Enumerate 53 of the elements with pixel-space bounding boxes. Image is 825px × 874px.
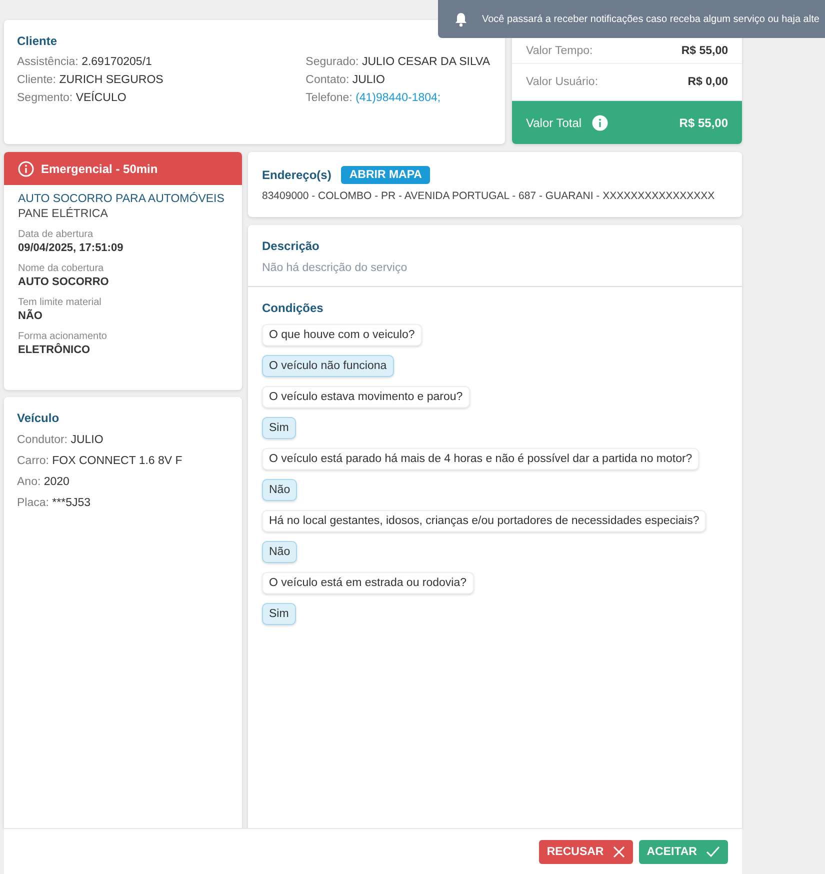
- info-text: Cliente: ZURICH SEGUROS: [17, 74, 164, 86]
- bell-icon: [454, 12, 468, 26]
- check-icon: [706, 846, 720, 857]
- total-label: Valor Total: [526, 116, 582, 130]
- open-map-button[interactable]: ABRIR MAPA: [341, 166, 430, 184]
- reject-button[interactable]: RECUSAR: [538, 840, 633, 864]
- info-text: Segmento: VEÍCULO: [17, 92, 128, 104]
- question-bubble: O veículo está em estrada ou rodovia?: [262, 572, 474, 594]
- answer-bubble: Sim: [262, 417, 296, 439]
- answer-bubble: O veículo não funciona: [262, 355, 394, 377]
- question-bubble: O veículo estava movimento e parou?: [262, 386, 470, 408]
- info-icon: [592, 114, 608, 130]
- field-label: Tem limite material: [18, 297, 102, 308]
- address-text: 83409000 - COLOMBO - PR - AVENIDA PORTUGAL - 687 - GUARANI - XXXXXXXXXXXXXXXX: [262, 190, 716, 202]
- question-bubble: O que houve com o veiculo?: [262, 324, 422, 346]
- answer-bubble: Não: [262, 479, 298, 501]
- notification-text: Você passará a receber notificações caso receba algum serviço ou haja alte: [482, 14, 820, 24]
- answer-bubble: Não: [262, 541, 298, 563]
- service-subtitle: PANE ELÉTRICA: [18, 208, 109, 220]
- info-text: Telefone: (41)98440-1804;: [306, 92, 442, 104]
- total-amount: R$ 55,00: [679, 116, 728, 130]
- close-icon: [612, 846, 625, 858]
- value-label: Valor Usuário:: [526, 76, 598, 88]
- info-text: Segurado: JULIO CESAR DA SILVA: [306, 56, 490, 68]
- field-value: ELETRÔNICO: [18, 344, 92, 356]
- answer-bubble: Sim: [262, 603, 296, 625]
- field-value: AUTO SOCORRO: [18, 276, 110, 288]
- info-text: Contato: JULIO: [306, 74, 386, 86]
- info-text: Assistência: 2.69170205/1: [17, 56, 153, 68]
- value-amount: R$ 0,00: [688, 76, 728, 88]
- service-title: AUTO SOCORRO PARA AUTOMÓVEIS: [18, 193, 226, 205]
- question-bubble: Há no local gestantes, idosos, crianças e/ou portadores de necessidades especiais?: [262, 510, 706, 532]
- info-text: Ano: 2020: [17, 476, 70, 488]
- field-value: 09/04/2025, 17:51:09: [18, 242, 124, 254]
- accept-button[interactable]: ACEITAR: [638, 840, 728, 864]
- section-title: Cliente: [17, 34, 58, 48]
- section-title: Veículo: [17, 411, 60, 425]
- section-title: Descrição: [262, 239, 320, 253]
- section-title: Condições: [262, 301, 324, 315]
- value-label: Valor Tempo:: [526, 44, 593, 56]
- field-value: NÃO: [18, 310, 44, 322]
- field-label: Data de abertura: [18, 229, 94, 240]
- info-text: Carro: FOX CONNECT 1.6 8V F: [17, 455, 184, 467]
- alert-icon: [18, 160, 34, 176]
- description-text: Não há descrição do serviço: [262, 262, 408, 274]
- field-label: Nome da cobertura: [18, 263, 105, 274]
- question-bubble: O veículo está parado há mais de 4 horas e não é possível dar a partida no motor?: [262, 448, 700, 470]
- info-text: Placa: ***5J53: [17, 497, 92, 509]
- urgency-label: Emergencial - 50min: [41, 162, 158, 176]
- info-text: Condutor: JULIO: [17, 434, 104, 446]
- field-label: Forma acionamento: [18, 331, 108, 342]
- value-amount: R$ 55,00: [681, 44, 728, 56]
- section-title: Endereço(s): [262, 168, 332, 182]
